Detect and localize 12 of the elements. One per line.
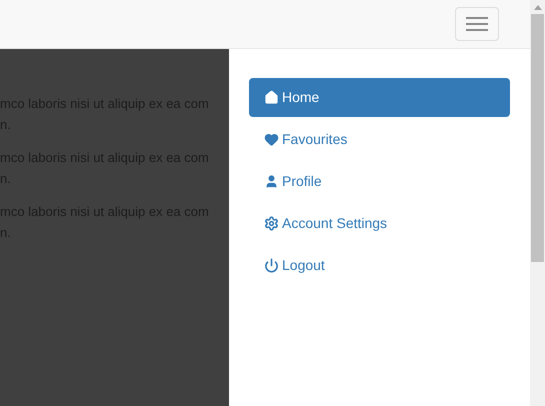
user-icon	[264, 174, 279, 189]
gear-icon	[264, 216, 279, 231]
power-icon	[264, 258, 279, 273]
sidebar-item[interactable]: Logout	[249, 246, 510, 285]
heart-icon	[264, 132, 279, 147]
home-icon	[264, 90, 279, 105]
sidebar-item[interactable]: Account Settings	[249, 204, 510, 243]
sidebar-item[interactable]: Favourites	[249, 120, 510, 159]
sidebar-item[interactable]: Profile	[249, 162, 510, 201]
sidebar-item[interactable]: Home	[249, 78, 510, 117]
menu-button[interactable]	[455, 7, 499, 41]
scrollbar-thumb[interactable]	[531, 14, 544, 262]
